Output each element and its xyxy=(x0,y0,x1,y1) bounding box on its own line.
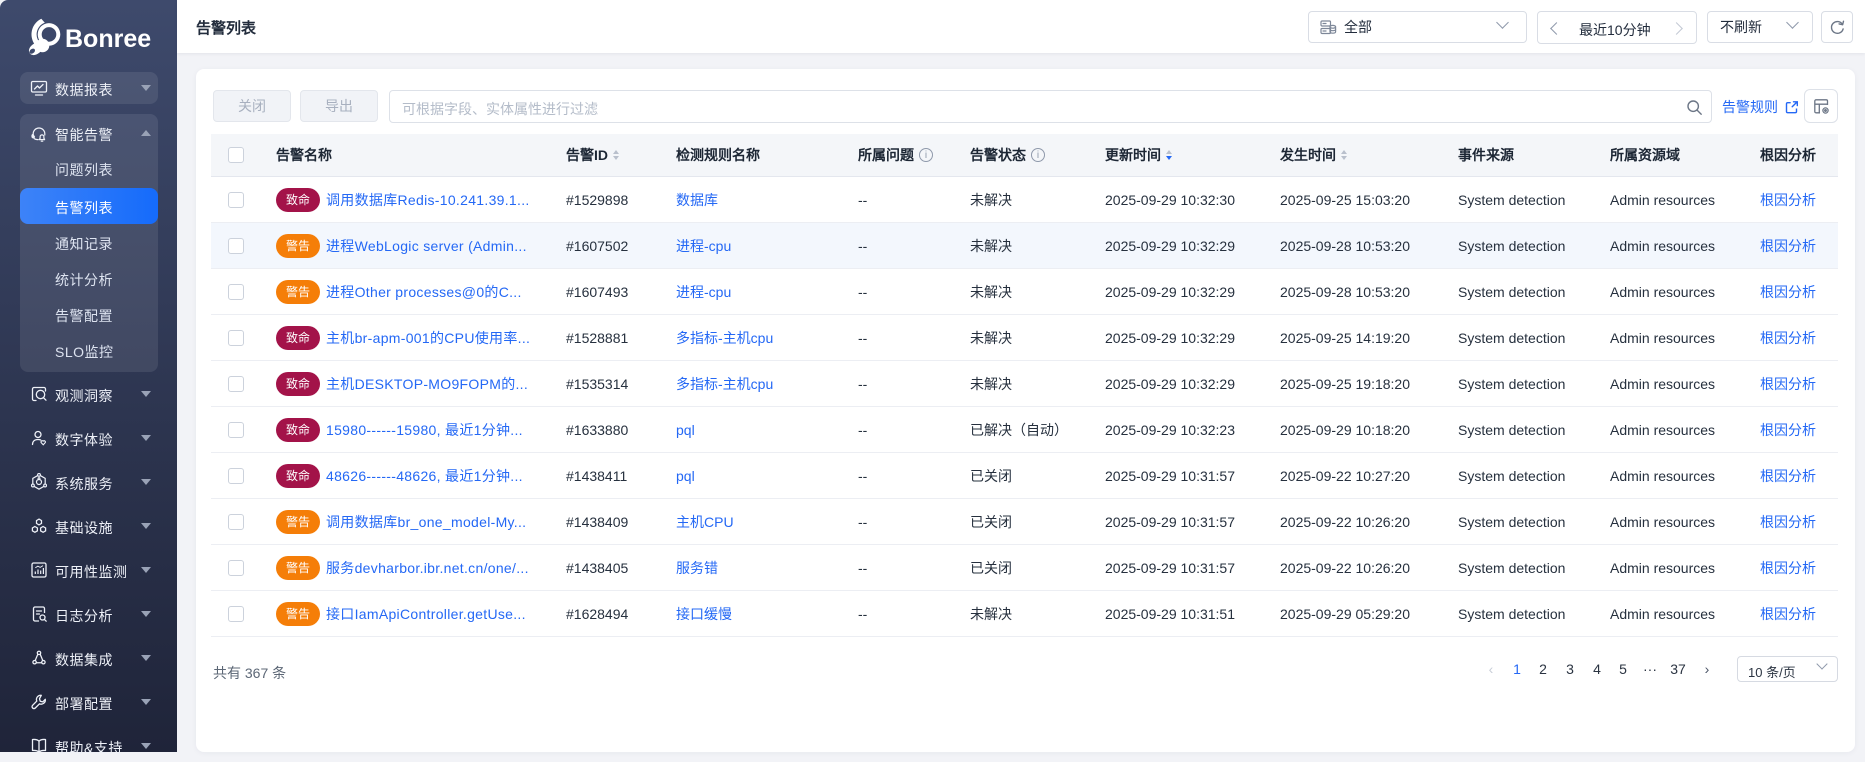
svg-text:Bonree: Bonree xyxy=(65,25,151,53)
